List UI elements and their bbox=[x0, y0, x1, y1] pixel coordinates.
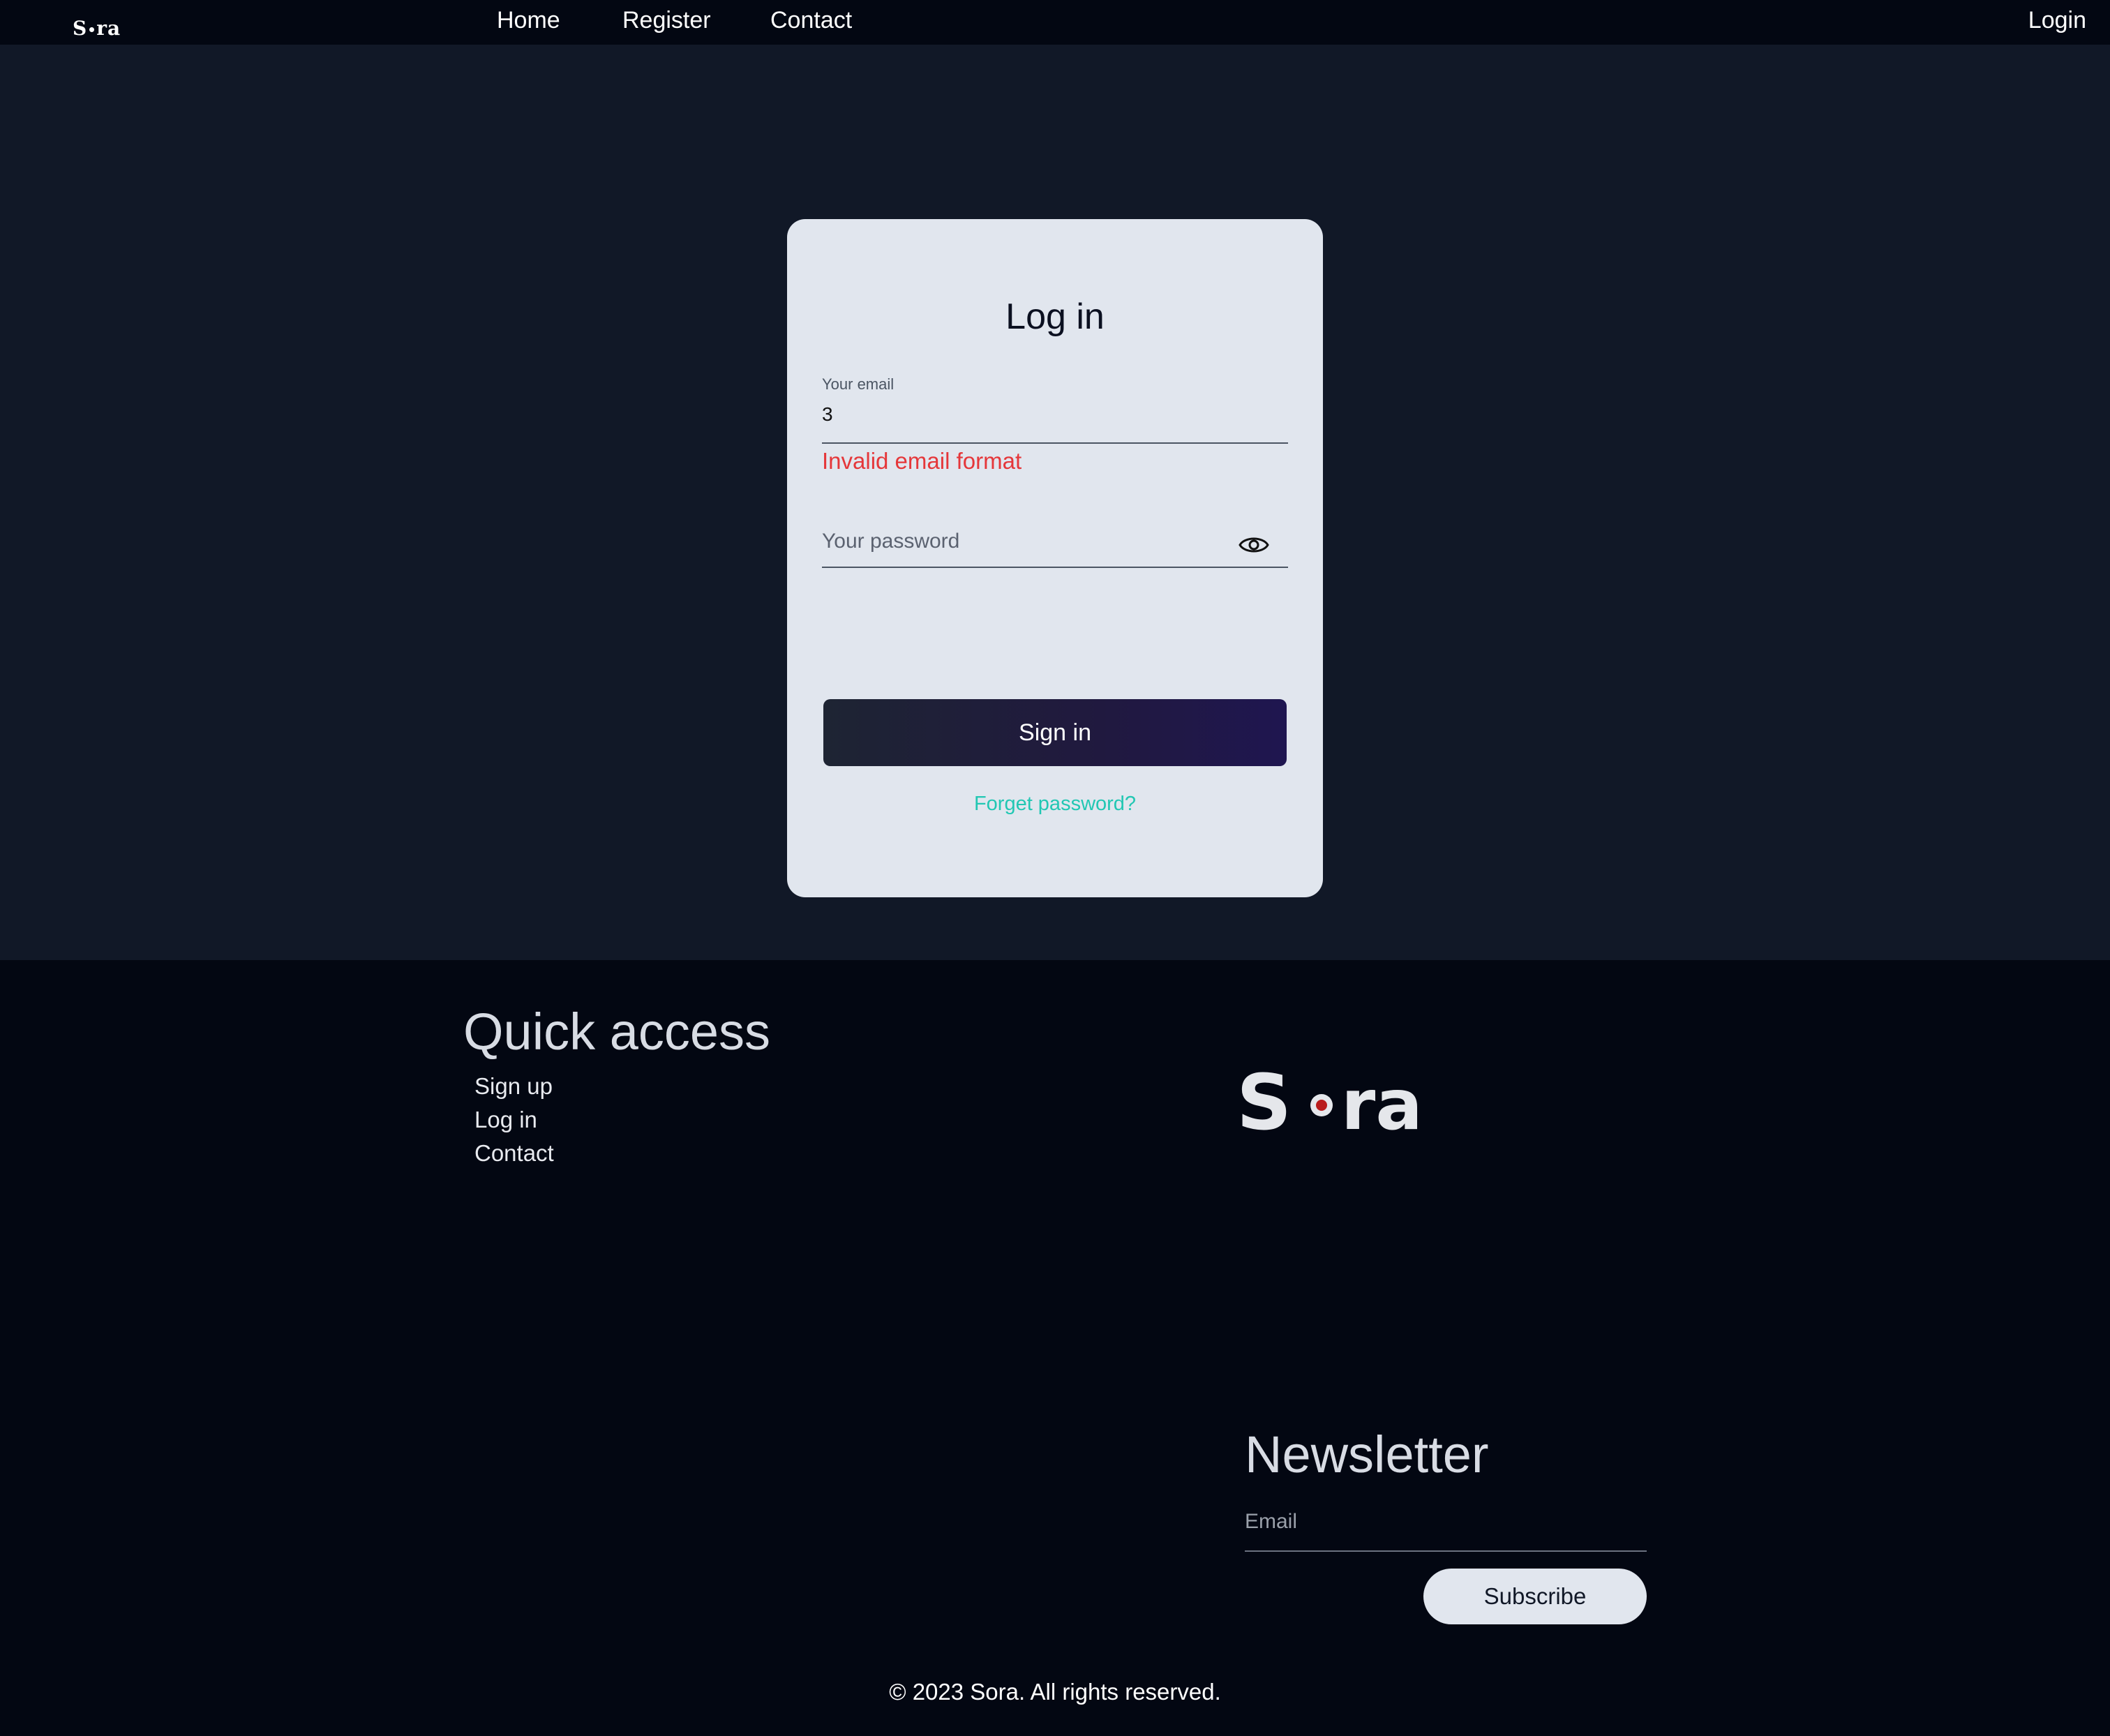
footer-login-link[interactable]: Log in bbox=[474, 1107, 537, 1133]
nav-register-link[interactable]: Register bbox=[622, 7, 711, 34]
copyright-text: © 2023 Sora. All rights reserved. bbox=[889, 1679, 1221, 1705]
subscribe-button[interactable]: Subscribe bbox=[1423, 1569, 1647, 1624]
footer: Quick access Sign up Log in Contact S ra… bbox=[0, 960, 2110, 1736]
eye-icon[interactable] bbox=[1238, 530, 1270, 560]
footer-logo-right: ra bbox=[1341, 1065, 1423, 1142]
main-section: Log in Your email 3 Invalid email format… bbox=[0, 45, 2110, 960]
newsletter-input-underline bbox=[1245, 1550, 1647, 1552]
login-card: Log in Your email 3 Invalid email format… bbox=[787, 219, 1323, 897]
newsletter-title: Newsletter bbox=[1245, 1426, 1489, 1483]
login-title: Log in bbox=[1005, 297, 1105, 337]
quick-access-title: Quick access bbox=[463, 1003, 771, 1061]
nav-contact-link[interactable]: Contact bbox=[770, 7, 852, 34]
header-logo-left: S bbox=[73, 17, 88, 40]
email-error-message: Invalid email format bbox=[822, 448, 1022, 474]
nav-home-link[interactable]: Home bbox=[497, 7, 560, 34]
footer-logo: S ra bbox=[1236, 1065, 1423, 1142]
header-logo-right: ra bbox=[96, 17, 121, 40]
password-input-underline bbox=[822, 567, 1288, 568]
footer-contact-link[interactable]: Contact bbox=[474, 1140, 554, 1167]
newsletter-email-input[interactable]: Email bbox=[1245, 1510, 1297, 1534]
email-input[interactable]: 3 bbox=[822, 403, 833, 426]
footer-signup-link[interactable]: Sign up bbox=[474, 1073, 553, 1100]
password-input[interactable]: Your password bbox=[822, 530, 959, 553]
forgot-password-link[interactable]: Forget password? bbox=[787, 793, 1323, 816]
email-input-underline bbox=[822, 442, 1288, 444]
logo-dot bbox=[89, 27, 95, 32]
sign-in-button[interactable]: Sign in bbox=[823, 699, 1287, 766]
footer-logo-left: S bbox=[1236, 1065, 1292, 1142]
header-logo[interactable]: Sra bbox=[73, 17, 121, 40]
top-navbar: Sra Home Register Contact Login bbox=[0, 0, 2110, 45]
nav-login-link[interactable]: Login bbox=[2028, 7, 2086, 34]
email-field-label: Your email bbox=[822, 375, 895, 393]
